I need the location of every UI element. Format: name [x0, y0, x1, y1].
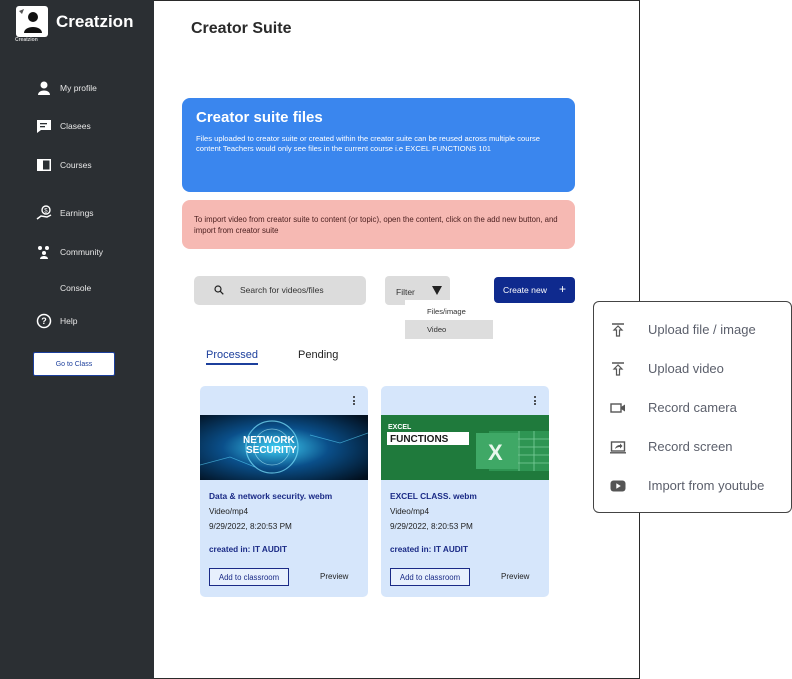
thumb-text: SECURITY [246, 445, 297, 456]
menu-item-record-screen[interactable]: Record screen [594, 432, 791, 462]
svg-text:?: ? [41, 316, 47, 326]
menu-item-import-youtube[interactable]: Import from youtube [594, 471, 791, 501]
filter-option-files-image[interactable]: Files/image [405, 302, 493, 321]
thumb-text: X [488, 440, 503, 465]
filter-option-video[interactable]: Video [405, 320, 493, 339]
menu-item-upload-file-image[interactable]: Upload file / image [594, 315, 791, 345]
logo-person-icon [19, 9, 42, 33]
create-new-menu: Upload file / image Upload video Record … [593, 301, 792, 513]
go-to-class-button[interactable]: Go to Class [33, 352, 115, 376]
caret-down-icon [432, 286, 442, 295]
page-title: Creator Suite [191, 20, 292, 37]
more-options-icon[interactable] [534, 396, 537, 406]
sidebar-item-courses[interactable]: Courses [36, 156, 92, 174]
sidebar-item-label: Courses [60, 160, 92, 170]
tab-processed[interactable]: Processed [206, 349, 258, 365]
thumb-text: FUNCTIONS [390, 434, 449, 445]
sidebar: Creatzion Creatzion My profile Clasees C… [0, 0, 154, 679]
add-to-classroom-button[interactable]: Add to classroom [209, 568, 289, 586]
sidebar-item-label: Earnings [60, 208, 94, 218]
more-options-icon[interactable] [353, 396, 356, 406]
info-banner-title: Creator suite files [196, 109, 323, 126]
thumb-text: EXCEL [388, 424, 412, 431]
upload-icon [612, 362, 624, 376]
screen-share-icon [610, 441, 626, 454]
preview-link[interactable]: Preview [320, 572, 348, 581]
plus-icon: + [559, 282, 567, 296]
chat-icon [36, 118, 52, 134]
search-input[interactable]: Search for videos/files [194, 276, 366, 305]
filter-menu: Files/image Video [405, 300, 493, 341]
file-title: Data & network security. webm [209, 491, 333, 501]
filter-label: Filter [396, 287, 415, 297]
menu-item-upload-video[interactable]: Upload video [594, 354, 791, 384]
menu-item-label: Record screen [648, 439, 733, 454]
add-to-classroom-button[interactable]: Add to classroom [390, 568, 470, 586]
book-icon [36, 157, 52, 173]
menu-item-label: Import from youtube [648, 478, 765, 493]
import-hint-banner: To import video from creator suite to co… [182, 200, 575, 249]
file-type: Video/mp4 [390, 507, 429, 516]
menu-item-label: Upload file / image [648, 322, 756, 337]
money-hand-icon: $ [36, 205, 52, 221]
search-placeholder: Search for videos/files [240, 285, 324, 295]
sidebar-item-classes[interactable]: Clasees [36, 117, 91, 135]
brand-name: Creatzion [56, 12, 134, 31]
help-circle-icon: ? [36, 313, 52, 329]
sidebar-item-label: Community [60, 247, 103, 257]
search-icon [214, 285, 224, 295]
sidebar-item-label: Clasees [60, 121, 91, 131]
sidebar-item-label: Help [60, 316, 78, 326]
creator-suite-info-banner: Creator suite files Files uploaded to cr… [182, 98, 575, 192]
sidebar-item-my-profile[interactable]: My profile [36, 79, 97, 97]
sidebar-item-community[interactable]: Community [36, 243, 103, 261]
menu-item-label: Upload video [648, 361, 724, 376]
logo-caption: Creatzion [15, 37, 38, 43]
community-icon [36, 244, 52, 260]
brand-logo[interactable] [16, 6, 48, 37]
create-new-button[interactable]: Create new + [494, 277, 575, 303]
sidebar-item-label: My profile [60, 83, 97, 93]
thumbnail-network-security: NETWORK SECURITY [200, 415, 368, 480]
preview-link[interactable]: Preview [501, 572, 529, 581]
user-icon [36, 80, 52, 96]
create-new-label: Create new [503, 285, 547, 295]
sidebar-item-console[interactable]: Console [36, 279, 91, 297]
youtube-icon [610, 480, 626, 492]
sidebar-item-label: Console [60, 283, 92, 293]
info-banner-body: Files uploaded to creator suite or creat… [196, 134, 541, 153]
sidebar-item-help[interactable]: ? Help [36, 312, 77, 330]
file-created-in: created in: IT AUDIT [209, 545, 287, 554]
menu-item-record-camera[interactable]: Record camera [594, 393, 791, 423]
file-type: Video/mp4 [209, 507, 248, 516]
brand-bar: Creatzion Creatzion [0, 0, 154, 44]
file-title: EXCEL CLASS. webm [390, 491, 477, 501]
file-card[interactable]: NETWORK SECURITY Data & network security… [200, 386, 368, 597]
file-card[interactable]: EXCEL FUNCTIONS X EXCEL CLASS. webm Vide… [381, 386, 549, 597]
upload-icon [612, 323, 624, 337]
tab-pending[interactable]: Pending [298, 349, 338, 361]
menu-item-label: Record camera [648, 400, 737, 415]
file-date: 9/29/2022, 8:20:53 PM [390, 522, 473, 531]
thumbnail-excel-functions: EXCEL FUNCTIONS X [381, 415, 549, 480]
sidebar-item-earnings[interactable]: $ Earnings [36, 204, 94, 222]
file-date: 9/29/2022, 8:20:53 PM [209, 522, 292, 531]
file-created-in: created in: IT AUDIT [390, 545, 468, 554]
camera-icon [610, 403, 625, 413]
